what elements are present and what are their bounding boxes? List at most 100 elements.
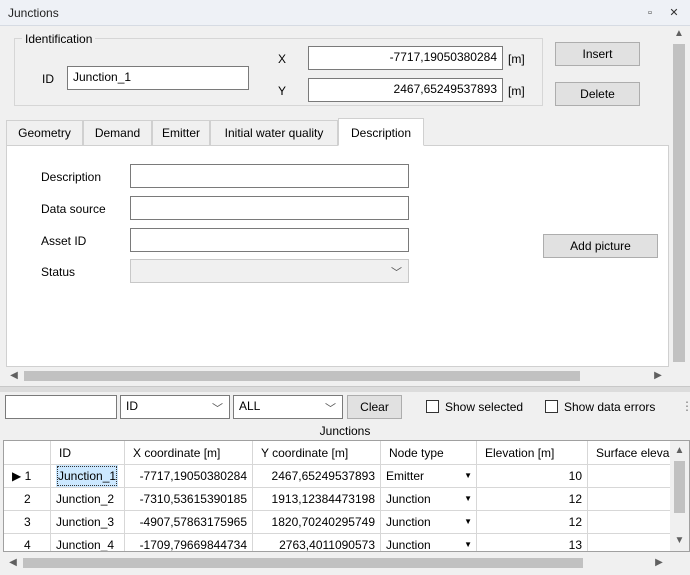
tab-demand[interactable]: Demand — [83, 120, 152, 146]
dropdown-arrow-icon[interactable]: ▼ — [464, 488, 472, 510]
filter-scope-select[interactable]: ALL ﹀ — [233, 395, 343, 419]
column-header-y[interactable]: Y coordinate [m] — [253, 441, 381, 465]
grid-scroll-thumb[interactable] — [674, 461, 685, 513]
x-coordinate-field[interactable]: -7717,19050380284 — [308, 46, 503, 70]
show-data-errors-label: Show data errors — [564, 400, 656, 414]
asset-id-field[interactable] — [130, 228, 409, 252]
cell-elevation[interactable]: 12 — [477, 511, 588, 534]
dropdown-arrow-icon[interactable]: ▼ — [464, 465, 472, 487]
table-row[interactable]: 3 Junction_3 -4907,57863175965 1820,7024… — [4, 511, 670, 534]
dropdown-arrow-icon[interactable]: ▼ — [464, 534, 472, 551]
scroll-thumb[interactable] — [673, 44, 685, 362]
insert-button[interactable]: Insert — [555, 42, 640, 66]
grid-scroll-right-icon[interactable]: ▶ — [653, 557, 665, 568]
cell-id[interactable]: Junction_2 — [51, 488, 125, 511]
y-label: Y — [278, 84, 287, 98]
grid-scroll-up-icon[interactable]: ▲ — [670, 445, 689, 456]
row-header[interactable]: 4 — [4, 534, 51, 551]
cell-y[interactable]: 2763,4011090573 — [253, 534, 381, 551]
filter-field-value: ID — [126, 399, 138, 413]
cell-elevation[interactable]: 10 — [477, 465, 588, 488]
filter-scope-value: ALL — [239, 399, 261, 413]
cell-x[interactable]: -4907,57863175965 — [125, 511, 253, 534]
column-header-elevation[interactable]: Elevation [m] — [477, 441, 588, 465]
column-header-x[interactable]: X coordinate [m] — [125, 441, 253, 465]
cell-node-type[interactable]: Junction ▼ — [381, 511, 477, 534]
cell-id[interactable]: Junction_4 — [51, 534, 125, 551]
clear-button[interactable]: Clear — [347, 395, 402, 419]
grid-caption: Junctions — [319, 424, 371, 438]
cell-x[interactable]: -7310,53615390185 — [125, 488, 253, 511]
row-header[interactable]: ▶ 1 — [4, 465, 51, 488]
cell-elevation[interactable]: 13 — [477, 534, 588, 551]
table-row[interactable]: ▶ 1 Junction_1 -7717,19050380284 2467,65… — [4, 465, 670, 488]
chevron-down-icon: ﹀ — [212, 403, 223, 415]
scroll-up-icon[interactable]: ▲ — [670, 28, 688, 39]
cell-surface-elevation[interactable] — [588, 465, 670, 488]
asset-id-label: Asset ID — [41, 234, 87, 248]
description-label: Description — [41, 170, 102, 184]
tab-initial-water-quality[interactable]: Initial water quality — [210, 120, 338, 146]
data-source-label: Data source — [41, 202, 106, 216]
cell-node-type[interactable]: Emitter ▼ — [381, 465, 477, 488]
cell-x[interactable]: -1709,79669844734 — [125, 534, 253, 551]
column-header-node-type[interactable]: Node type — [381, 441, 477, 465]
table-row[interactable]: 4 Junction_4 -1709,79669844734 2763,4011… — [4, 534, 670, 551]
dropdown-arrow-icon[interactable]: ▼ — [464, 511, 472, 533]
status-label: Status — [41, 265, 76, 279]
filter-search-input[interactable] — [5, 395, 117, 419]
add-picture-button[interactable]: Add picture — [543, 234, 658, 258]
data-source-field[interactable] — [130, 196, 409, 220]
toolbar-overflow-icon[interactable]: ⋮ — [681, 399, 690, 413]
column-header-surface-elevation[interactable]: Surface eleva — [588, 441, 670, 465]
table-row[interactable]: 2 Junction_2 -7310,53615390185 1913,1238… — [4, 488, 670, 511]
grid-h-scroll-thumb[interactable] — [23, 558, 583, 568]
delete-button[interactable]: Delete — [555, 82, 640, 106]
cell-surface-elevation[interactable] — [588, 511, 670, 534]
close-icon[interactable]: ✕ — [666, 5, 682, 21]
show-selected-checkbox[interactable] — [426, 400, 439, 413]
cell-node-type[interactable]: Junction ▼ — [381, 534, 477, 551]
description-field[interactable] — [130, 164, 409, 188]
cell-id[interactable]: Junction_1 — [51, 465, 125, 488]
id-label: ID — [42, 72, 54, 86]
cell-y[interactable]: 2467,65249537893 — [253, 465, 381, 488]
cell-y[interactable]: 1913,12384473198 — [253, 488, 381, 511]
cell-node-type[interactable]: Junction ▼ — [381, 488, 477, 511]
filter-field-select[interactable]: ID ﹀ — [120, 395, 230, 419]
window-titlebar: Junctions ▫ ✕ — [0, 0, 690, 26]
cell-elevation[interactable]: 12 — [477, 488, 588, 511]
row-header[interactable]: 3 — [4, 511, 51, 534]
status-select[interactable]: ﹀ — [130, 259, 409, 283]
identification-legend: Identification — [22, 32, 96, 46]
pane-splitter[interactable] — [0, 386, 690, 392]
show-selected-label: Show selected — [445, 400, 524, 414]
tab-emitter[interactable]: Emitter — [152, 120, 210, 146]
grid-vertical-scrollbar[interactable]: ▲ ▼ — [670, 441, 689, 551]
scroll-left-icon[interactable]: ◀ — [8, 370, 20, 381]
x-label: X — [278, 52, 287, 66]
id-field[interactable]: Junction_1 — [67, 66, 249, 90]
tab-description[interactable]: Description — [338, 118, 424, 146]
grid-scroll-left-icon[interactable]: ◀ — [7, 557, 19, 568]
cell-y[interactable]: 1820,70240295749 — [253, 511, 381, 534]
grid-horizontal-scrollbar[interactable]: ◀ ▶ — [3, 553, 671, 573]
y-coordinate-field[interactable]: 2467,65249537893 — [308, 78, 503, 102]
form-vertical-scrollbar[interactable]: ▲ — [670, 26, 688, 366]
cell-surface-elevation[interactable] — [588, 534, 670, 551]
tab-geometry[interactable]: Geometry — [6, 120, 83, 146]
h-scroll-thumb[interactable] — [24, 371, 580, 381]
chevron-down-icon: ﹀ — [391, 267, 402, 279]
grid-scroll-down-icon[interactable]: ▼ — [670, 535, 689, 546]
form-horizontal-scrollbar[interactable]: ◀ ▶ — [6, 367, 668, 385]
show-data-errors-checkbox[interactable] — [545, 400, 558, 413]
grid-corner-header — [4, 441, 51, 465]
cell-id[interactable]: Junction_3 — [51, 511, 125, 534]
cell-surface-elevation[interactable] — [588, 488, 670, 511]
row-header[interactable]: 2 — [4, 488, 51, 511]
restore-icon[interactable]: ▫ — [642, 5, 658, 21]
column-header-id[interactable]: ID — [51, 441, 125, 465]
cell-x[interactable]: -7717,19050380284 — [125, 465, 253, 488]
scroll-right-icon[interactable]: ▶ — [652, 370, 664, 381]
x-unit-label: [m] — [508, 52, 525, 66]
